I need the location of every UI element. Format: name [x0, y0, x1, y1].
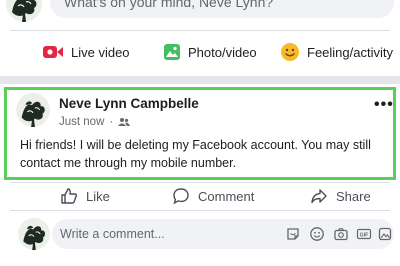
gif-icon[interactable]: GIF [356, 226, 372, 242]
share-icon [311, 189, 327, 204]
comment-input[interactable]: Write a comment... GIF [52, 219, 394, 249]
live-video-icon [43, 46, 63, 58]
sticker-icon[interactable] [285, 226, 301, 242]
comment-label: Comment [198, 188, 255, 204]
reaction-divider [10, 210, 390, 211]
comment-placeholder: Write a comment... [60, 227, 165, 241]
commenter-avatar[interactable] [18, 218, 50, 250]
share-label: Share [336, 188, 371, 204]
post-timestamp[interactable]: Just now [59, 116, 104, 128]
comment-button[interactable]: Comment [172, 184, 254, 208]
author-avatar[interactable] [16, 93, 50, 127]
photo-icon [164, 44, 180, 60]
meta-separator: · [109, 116, 114, 128]
photo-video-button[interactable]: Photo/video [163, 36, 257, 68]
post-options-button[interactable]: ••• [374, 97, 394, 113]
post-body: Hi friends! I will be deleting my Facebo… [20, 138, 371, 170]
camera-icon[interactable] [333, 226, 349, 242]
composer-actions: Live video Photo/video Feeling/activity [0, 36, 400, 68]
composer-divider [10, 30, 390, 31]
feed-separator [0, 76, 400, 84]
like-button[interactable]: Like [60, 184, 110, 208]
feeling-activity-button[interactable]: Feeling/activity [280, 36, 393, 68]
friends-audience-icon[interactable] [118, 117, 131, 127]
photo-sticker-icon[interactable] [377, 226, 393, 242]
like-icon [61, 188, 77, 204]
post-composer: What's on your mind, Neve Lynn? Live vid… [0, 0, 400, 76]
share-button[interactable]: Share [310, 184, 371, 208]
reaction-bar: Like Comment Share [0, 184, 400, 208]
photo-video-label: Photo/video [188, 44, 257, 60]
whats-on-your-mind-input[interactable]: What's on your mind, Neve Lynn? [50, 0, 394, 18]
feeling-icon [281, 43, 299, 61]
composer-avatar[interactable] [6, 0, 42, 22]
post-author[interactable]: Neve Lynn Campbelle [59, 96, 199, 111]
like-label: Like [86, 188, 110, 204]
feeling-activity-label: Feeling/activity [307, 44, 393, 60]
post-meta: Just now · [59, 116, 131, 128]
feed-post: Neve Lynn Campbelle Just now · ••• Hi fr… [0, 84, 400, 266]
emoji-icon[interactable] [309, 226, 325, 242]
svg-text:GIF: GIF [360, 232, 369, 238]
live-video-label: Live video [71, 44, 130, 60]
post-divider [10, 182, 390, 183]
comment-icon [173, 188, 189, 205]
live-video-button[interactable]: Live video [42, 36, 130, 68]
